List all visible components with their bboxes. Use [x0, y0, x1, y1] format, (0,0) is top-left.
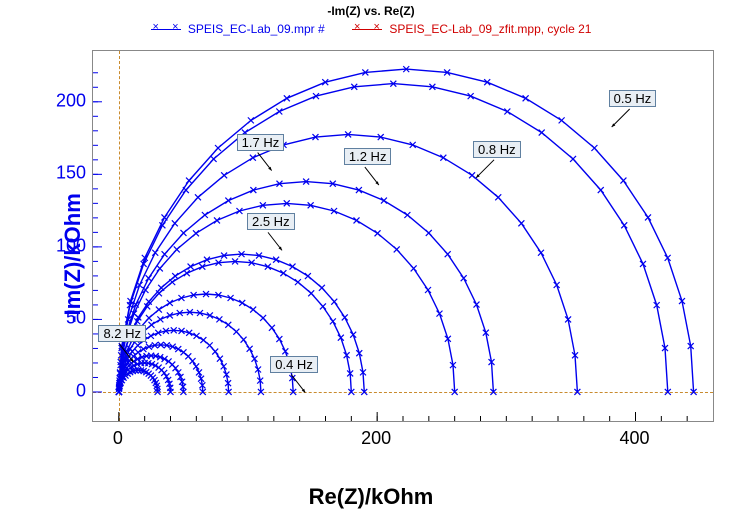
chart-title: -Im(Z) vs. Re(Z): [0, 4, 742, 18]
xtick-0: 0: [113, 428, 123, 449]
y-axis-label: -Im(Z)/kOhm: [60, 193, 86, 323]
freq-label-4: 2.5 Hz: [247, 213, 295, 230]
legend-series-1: ×× SPEIS_EC-Lab_09.mpr #: [151, 22, 325, 36]
ytick-0: 0: [50, 380, 86, 401]
legend-label-2: SPEIS_EC-Lab_09_zfit.mpp, cycle 21: [389, 22, 591, 36]
xtick-1: 200: [361, 428, 391, 449]
nyquist-chart: -Im(Z) vs. Re(Z) ×× SPEIS_EC-Lab_09.mpr …: [0, 0, 742, 516]
x-axis-label: Re(Z)/kOhm: [0, 484, 742, 510]
legend-marker-2: ××: [352, 25, 382, 35]
freq-label-1: 0.8 Hz: [473, 141, 521, 158]
freq-label-3: 1.2 Hz: [344, 148, 392, 165]
ytick-2: 100: [50, 235, 86, 256]
freq-label-0: 0.5 Hz: [609, 90, 657, 107]
freq-label-6: 0.4 Hz: [270, 356, 318, 373]
ytick-1: 50: [50, 308, 86, 329]
xtick-2: 400: [619, 428, 649, 449]
legend-label-1: SPEIS_EC-Lab_09.mpr #: [188, 22, 325, 36]
freq-label-2: 1.7 Hz: [237, 134, 285, 151]
chart-legend: ×× SPEIS_EC-Lab_09.mpr # ×× SPEIS_EC-Lab…: [0, 22, 742, 36]
legend-marker-1: ××: [151, 25, 181, 35]
legend-series-2: ×× SPEIS_EC-Lab_09_zfit.mpp, cycle 21: [352, 22, 591, 36]
ytick-3: 150: [50, 163, 86, 184]
ytick-4: 200: [50, 90, 86, 111]
freq-label-5: 8.2 Hz: [98, 325, 146, 342]
